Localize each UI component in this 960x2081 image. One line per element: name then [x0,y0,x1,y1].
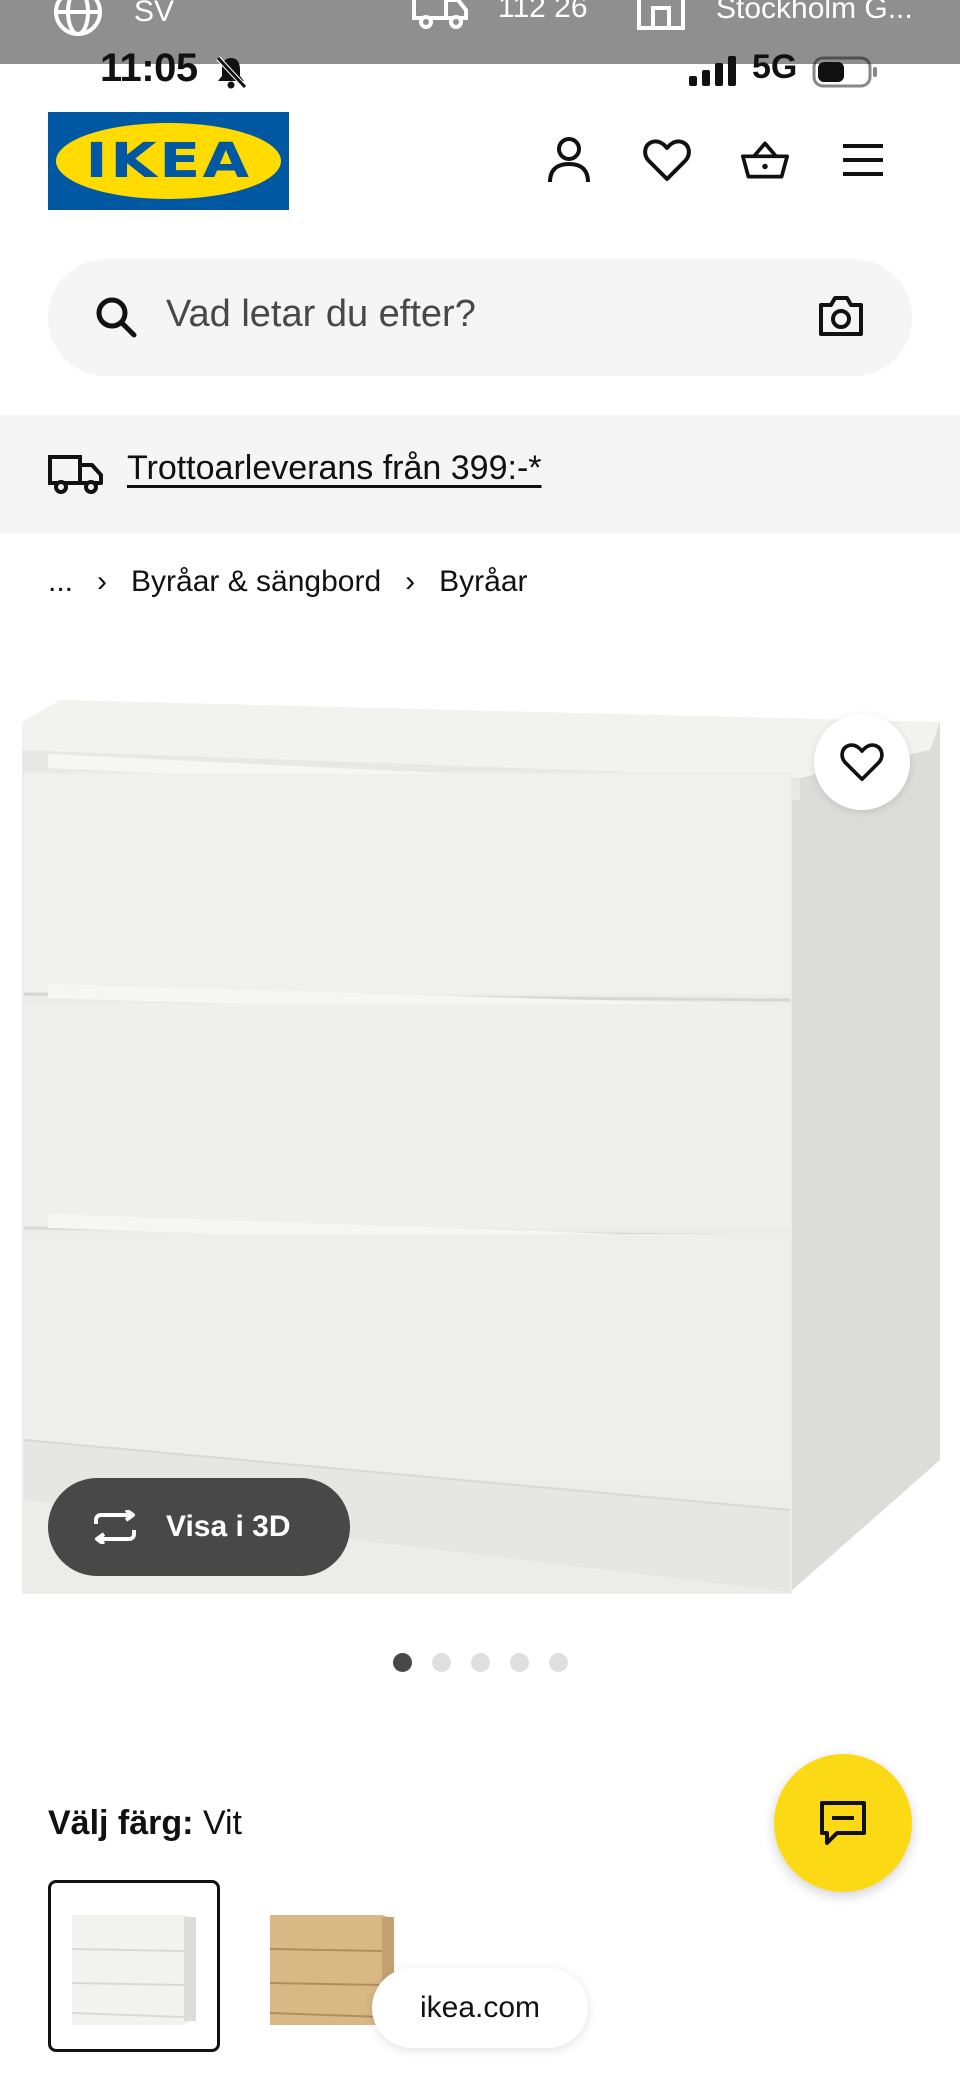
bell-muted-icon [216,56,247,89]
color-option-white[interactable] [48,1880,220,2052]
ikea-logo[interactable]: IKEA [48,112,289,210]
view-in-3d-button[interactable]: Visa i 3D [48,1478,350,1576]
chat-bubble-icon [820,1801,866,1845]
shopping-basket-icon [741,141,789,179]
store-selector[interactable]: Stockholm G... [636,0,913,32]
search-icon [96,297,137,338]
product-image-gallery[interactable] [0,640,960,1620]
language-selector[interactable]: SV [52,0,174,38]
browser-url-text: ikea.com [419,1991,541,2024]
favourites-button[interactable] [643,136,691,184]
delivery-banner[interactable]: Trottoarleverans från 399:-* [0,415,960,533]
color-choice-title: Välj färg: [48,1804,194,1842]
user-icon [548,137,590,183]
browser-url-pill[interactable]: ikea.com [372,1968,588,2048]
cellular-signal-icon [689,56,736,86]
gallery-pagination [393,1653,568,1672]
postcode-selector[interactable]: 112 26 [412,0,588,30]
color-choice-value: Vit [202,1804,243,1842]
delivery-truck-icon [412,0,468,29]
hamburger-menu-icon [843,144,883,176]
postcode-label: 112 26 [498,0,588,24]
breadcrumb-item-dressers-nightstands[interactable]: Byråar & sängbord [131,565,381,599]
globe-icon [54,0,102,36]
chevron-right-icon: › [405,565,416,598]
chevron-right-icon: › [97,565,108,598]
add-to-favourites-button[interactable] [814,714,910,810]
gallery-dot-2[interactable] [432,1653,451,1672]
rotate-3d-icon [94,1510,136,1544]
heart-icon [840,743,884,782]
store-icon [637,0,685,30]
gallery-dot-4[interactable] [510,1653,529,1672]
delivery-truck-icon [48,455,103,494]
white-dresser-thumbnail [71,1915,196,2025]
product-image-dresser [22,700,940,1594]
cart-button[interactable] [741,136,789,184]
breadcrumb: ... › Byråar & sängbord › Byråar [48,565,528,599]
camera-icon[interactable] [818,295,864,337]
menu-button[interactable] [839,136,887,184]
status-time: 11:05 [100,46,198,90]
delivery-banner-link[interactable]: Trottoarleverans från 399:-* [127,449,542,488]
chat-button[interactable] [774,1754,912,1892]
search-bar[interactable]: Vad letar du efter? [48,259,912,376]
language-label: SV [134,0,175,28]
heart-icon [643,139,691,181]
network-type: 5G [752,48,798,86]
gallery-dot-1[interactable] [393,1653,412,1672]
status-bar: 11:05 5G [0,46,960,94]
battery-icon [812,56,877,88]
gallery-dot-5[interactable] [549,1653,568,1672]
view-in-3d-label: Visa i 3D [166,1510,291,1543]
store-label: Stockholm G... [716,0,913,25]
search-input[interactable]: Vad letar du efter? [166,293,476,336]
color-choice-label: Välj färg: Vit [48,1804,242,1843]
breadcrumb-ellipsis[interactable]: ... [48,565,73,599]
breadcrumb-item-dressers[interactable]: Byråar [439,565,527,599]
logo-text: IKEA [85,133,252,189]
gallery-dot-3[interactable] [471,1653,490,1672]
logo-oval: IKEA [56,123,281,199]
account-button[interactable] [545,136,593,184]
